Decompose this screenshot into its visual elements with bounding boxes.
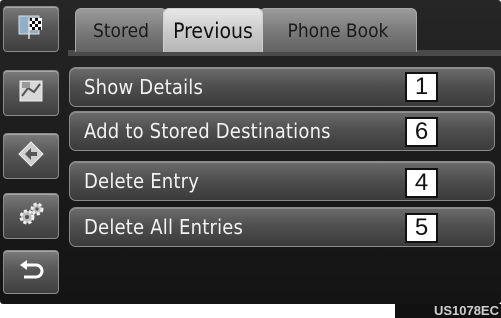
tab-previous-label: Previous xyxy=(173,18,253,43)
figure-code-bar: US1078EC xyxy=(395,303,501,318)
callout-number: 6 xyxy=(405,117,438,147)
tab-stored-label: Stored xyxy=(93,19,149,42)
destination-flag-icon xyxy=(16,12,46,46)
destination-button[interactable] xyxy=(3,6,59,52)
delete-all-entries-label: Delete All Entries xyxy=(84,215,244,239)
navigation-arrow-icon xyxy=(16,139,46,173)
delete-entry-label: Delete Entry xyxy=(84,169,200,193)
back-arrow-icon xyxy=(16,255,46,289)
callout-number: 4 xyxy=(405,168,438,198)
settings-button[interactable] xyxy=(3,193,59,239)
tab-phone-book[interactable]: Phone Book xyxy=(259,8,417,52)
show-details-label: Show Details xyxy=(84,75,204,99)
settings-gear-icon xyxy=(16,199,46,233)
figure-code: US1078EC xyxy=(433,303,499,318)
callout-number: 1 xyxy=(405,72,438,102)
tab-phone-book-label: Phone Book xyxy=(287,19,389,42)
route-button[interactable] xyxy=(3,70,59,116)
tab-stored[interactable]: Stored xyxy=(75,8,167,52)
map-route-icon xyxy=(16,76,46,110)
navigation-screen: Stored Previous Phone Book Show Details … xyxy=(0,0,501,304)
callout-number: 5 xyxy=(405,213,438,243)
tab-previous[interactable]: Previous xyxy=(163,8,263,52)
add-to-stored-destinations-label: Add to Stored Destinations xyxy=(84,119,331,143)
back-button[interactable] xyxy=(3,250,59,294)
navigation-button[interactable] xyxy=(3,133,59,179)
